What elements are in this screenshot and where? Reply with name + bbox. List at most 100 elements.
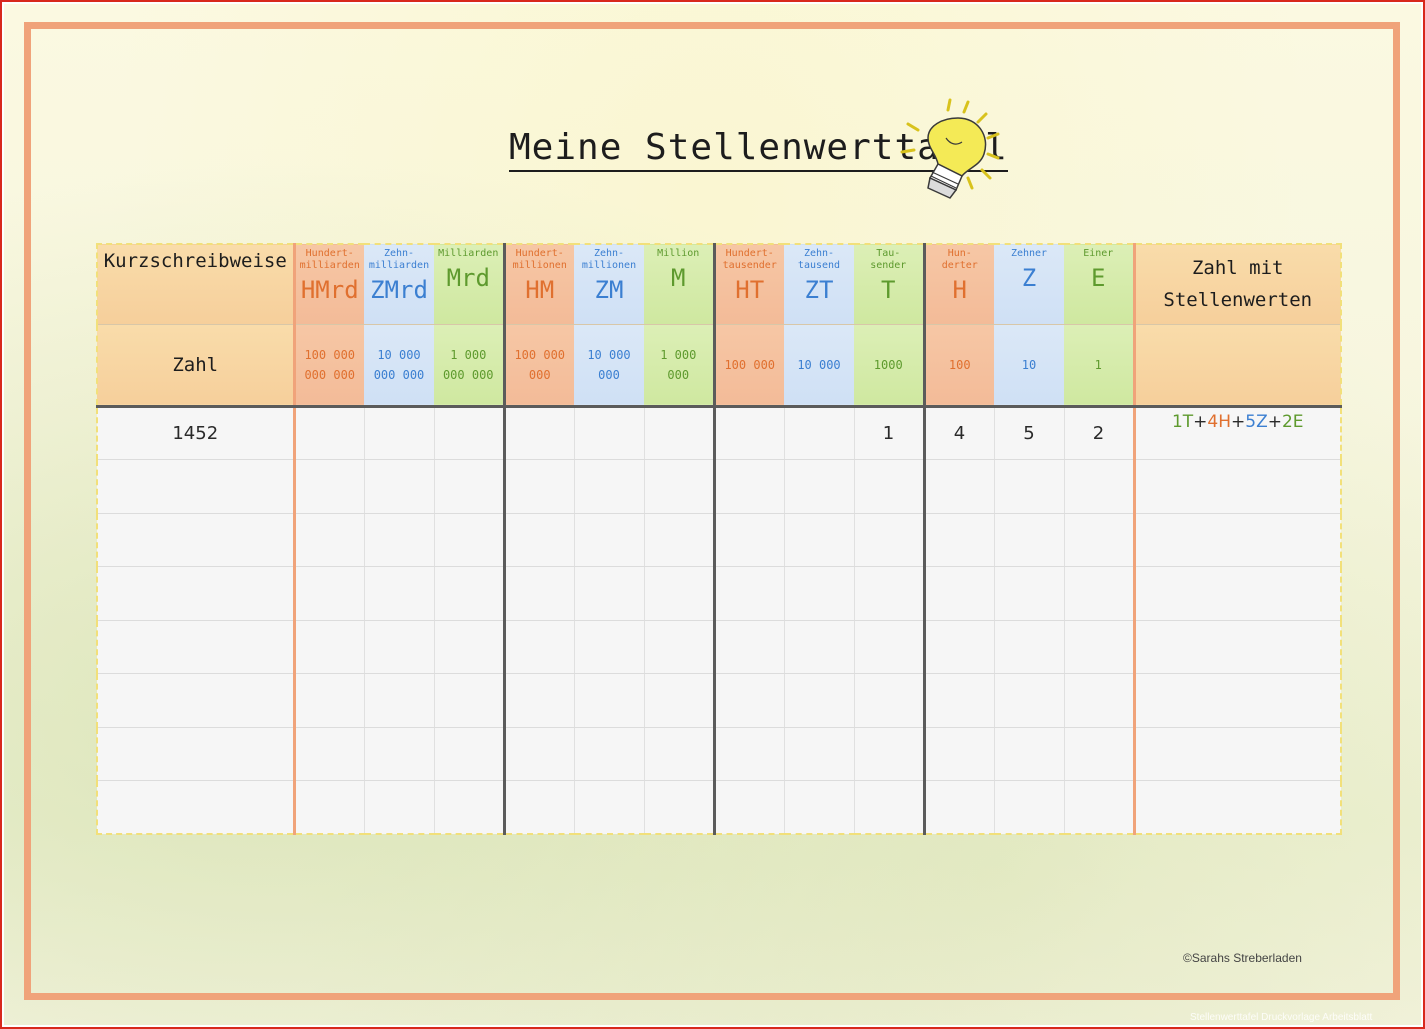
zahl-cell[interactable]: 1452	[96, 406, 296, 460]
stellenwerte-cell[interactable]	[1132, 566, 1342, 621]
digit-cell-hm[interactable]	[504, 673, 575, 728]
digit-cell-zm[interactable]	[574, 620, 645, 674]
digit-cell-zmrd[interactable]	[364, 566, 435, 621]
digit-cell-hmrd[interactable]	[294, 459, 365, 514]
digit-cell-mrd[interactable]	[434, 513, 506, 567]
digit-cell-zmrd[interactable]	[364, 459, 435, 514]
digit-cell-t[interactable]	[854, 620, 926, 674]
digit-cell-m[interactable]	[644, 406, 716, 460]
digit-cell-zmrd[interactable]	[364, 406, 435, 460]
digit-cell-zm[interactable]	[574, 459, 645, 514]
digit-cell-m[interactable]	[644, 566, 716, 621]
digit-cell-mrd[interactable]	[434, 620, 506, 674]
digit-cell-h[interactable]	[924, 673, 995, 728]
digit-cell-hmrd[interactable]	[294, 406, 365, 460]
digit-cell-zt[interactable]	[784, 780, 855, 835]
digit-cell-hmrd[interactable]	[294, 513, 365, 567]
stellenwerte-cell[interactable]	[1132, 620, 1342, 674]
digit-cell-ht[interactable]	[714, 780, 785, 835]
digit-cell-e[interactable]	[1064, 566, 1135, 621]
digit-cell-hm[interactable]	[504, 566, 575, 621]
digit-cell-hm[interactable]	[504, 727, 575, 781]
stellenwerte-cell[interactable]	[1132, 727, 1342, 781]
digit-cell-zm[interactable]	[574, 566, 645, 621]
digit-cell-z[interactable]	[994, 459, 1065, 514]
digit-cell-ht[interactable]	[714, 406, 785, 460]
digit-cell-t[interactable]	[854, 459, 926, 514]
digit-cell-zt[interactable]	[784, 406, 855, 460]
digit-cell-hm[interactable]	[504, 513, 575, 567]
digit-cell-m[interactable]	[644, 727, 716, 781]
digit-cell-e[interactable]	[1064, 513, 1135, 567]
digit-cell-t[interactable]	[854, 727, 926, 781]
digit-cell-mrd[interactable]	[434, 459, 506, 514]
digit-cell-mrd[interactable]	[434, 406, 506, 460]
digit-cell-zm[interactable]	[574, 780, 645, 835]
digit-cell-h[interactable]	[924, 513, 995, 567]
digit-cell-mrd[interactable]	[434, 566, 506, 621]
zahl-cell[interactable]	[96, 780, 296, 835]
digit-cell-m[interactable]	[644, 780, 716, 835]
digit-cell-z[interactable]: 5	[994, 406, 1065, 460]
digit-cell-m[interactable]	[644, 513, 716, 567]
digit-cell-mrd[interactable]	[434, 727, 506, 781]
digit-cell-zmrd[interactable]	[364, 673, 435, 728]
digit-cell-mrd[interactable]	[434, 780, 506, 835]
zahl-cell[interactable]	[96, 513, 296, 567]
digit-cell-zmrd[interactable]	[364, 727, 435, 781]
digit-cell-hm[interactable]	[504, 780, 575, 835]
digit-cell-e[interactable]	[1064, 620, 1135, 674]
digit-cell-zmrd[interactable]	[364, 513, 435, 567]
digit-cell-z[interactable]	[994, 620, 1065, 674]
zahl-cell[interactable]	[96, 566, 296, 621]
digit-cell-h[interactable]	[924, 566, 995, 621]
digit-cell-e[interactable]	[1064, 780, 1135, 835]
zahl-cell[interactable]	[96, 620, 296, 674]
digit-cell-m[interactable]	[644, 620, 716, 674]
digit-cell-ht[interactable]	[714, 673, 785, 728]
digit-cell-e[interactable]	[1064, 673, 1135, 728]
digit-cell-t[interactable]	[854, 513, 926, 567]
digit-cell-ht[interactable]	[714, 459, 785, 514]
digit-cell-ht[interactable]	[714, 620, 785, 674]
digit-cell-hm[interactable]	[504, 620, 575, 674]
digit-cell-h[interactable]	[924, 727, 995, 781]
digit-cell-zm[interactable]	[574, 513, 645, 567]
stellenwerte-cell[interactable]	[1132, 459, 1342, 514]
digit-cell-hmrd[interactable]	[294, 780, 365, 835]
digit-cell-ht[interactable]	[714, 566, 785, 621]
digit-cell-h[interactable]	[924, 780, 995, 835]
stellenwerte-cell[interactable]: 1T+4H+5Z+2E	[1132, 406, 1342, 460]
digit-cell-e[interactable]	[1064, 727, 1135, 781]
digit-cell-zt[interactable]	[784, 620, 855, 674]
digit-cell-hm[interactable]	[504, 406, 575, 460]
digit-cell-m[interactable]	[644, 673, 716, 728]
zahl-cell[interactable]	[96, 459, 296, 514]
digit-cell-mrd[interactable]	[434, 673, 506, 728]
digit-cell-zmrd[interactable]	[364, 620, 435, 674]
digit-cell-zm[interactable]	[574, 406, 645, 460]
digit-cell-h[interactable]	[924, 620, 995, 674]
digit-cell-hmrd[interactable]	[294, 566, 365, 621]
stellenwerte-cell[interactable]	[1132, 673, 1342, 728]
digit-cell-zt[interactable]	[784, 459, 855, 514]
digit-cell-zm[interactable]	[574, 727, 645, 781]
digit-cell-hmrd[interactable]	[294, 620, 365, 674]
digit-cell-zt[interactable]	[784, 727, 855, 781]
digit-cell-hmrd[interactable]	[294, 673, 365, 728]
digit-cell-e[interactable]: 2	[1064, 406, 1135, 460]
digit-cell-t[interactable]	[854, 566, 926, 621]
digit-cell-zt[interactable]	[784, 566, 855, 621]
digit-cell-zt[interactable]	[784, 513, 855, 567]
digit-cell-zm[interactable]	[574, 673, 645, 728]
digit-cell-m[interactable]	[644, 459, 716, 514]
digit-cell-z[interactable]	[994, 513, 1065, 567]
digit-cell-t[interactable]	[854, 673, 926, 728]
stellenwerte-cell[interactable]	[1132, 780, 1342, 835]
digit-cell-hmrd[interactable]	[294, 727, 365, 781]
digit-cell-zt[interactable]	[784, 673, 855, 728]
digit-cell-h[interactable]: 4	[924, 406, 995, 460]
digit-cell-h[interactable]	[924, 459, 995, 514]
stellenwerte-cell[interactable]	[1132, 513, 1342, 567]
zahl-cell[interactable]	[96, 727, 296, 781]
